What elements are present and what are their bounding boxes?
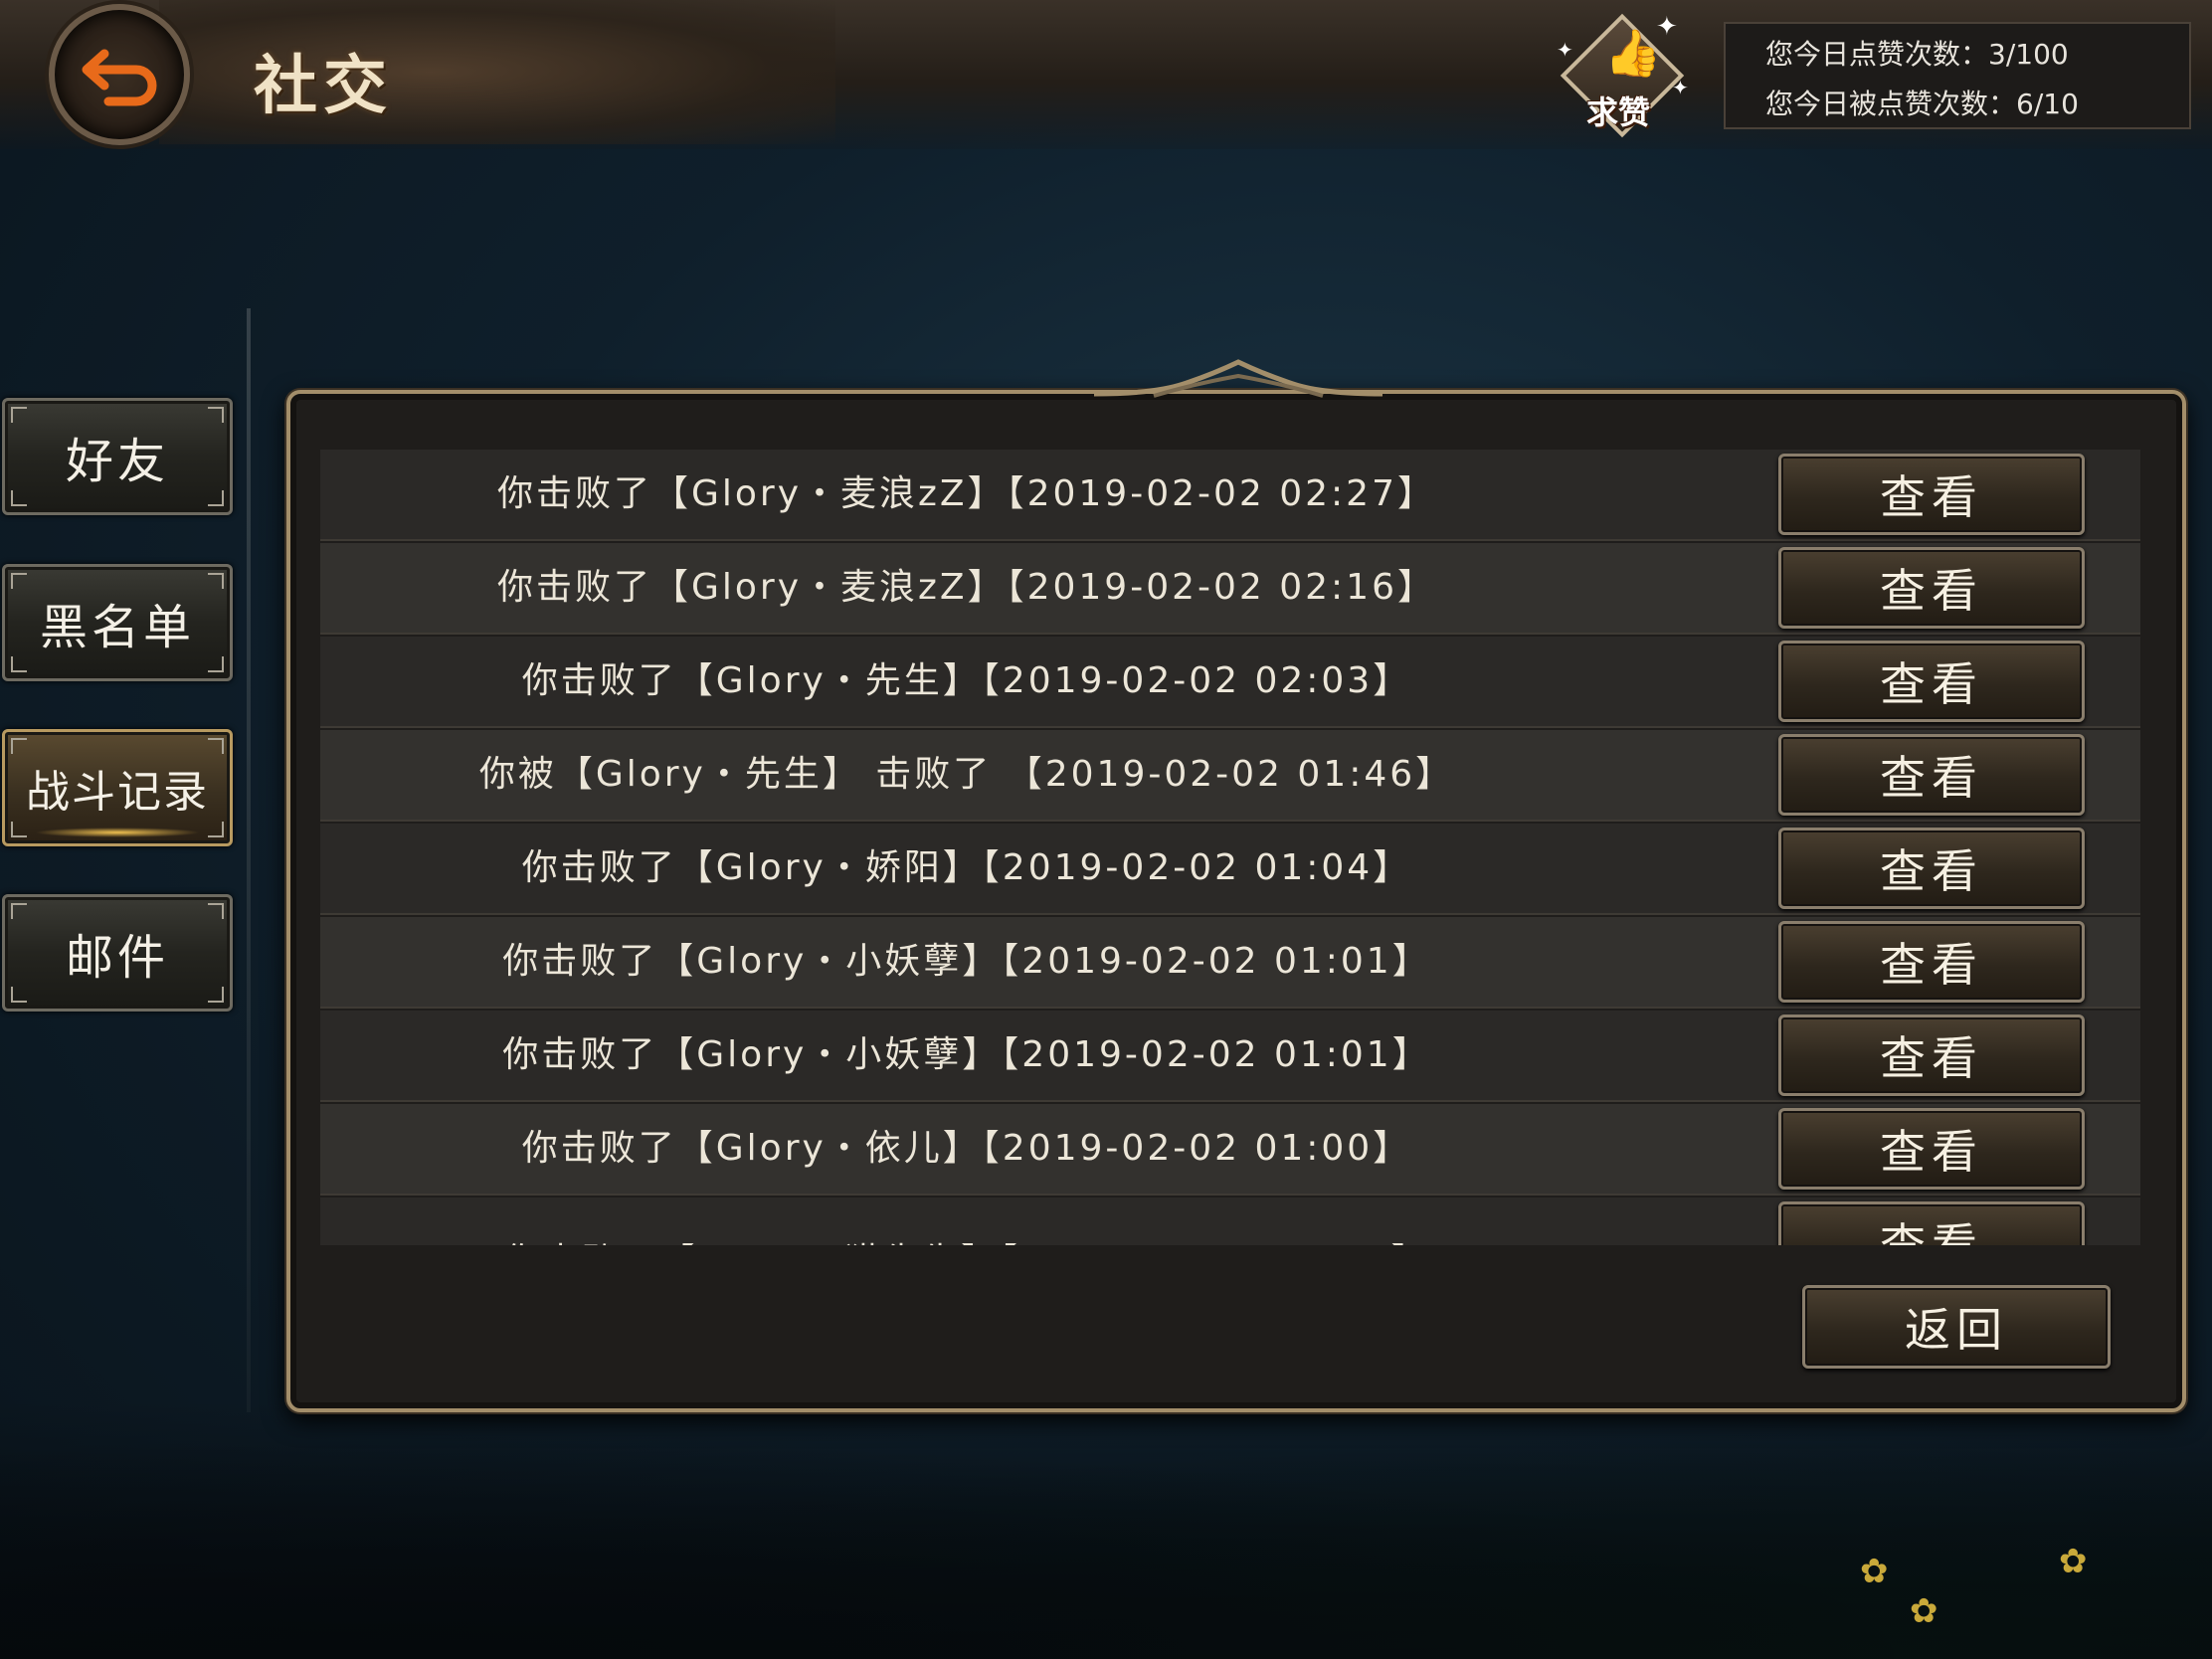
request-like-button[interactable]: 👍 ✦ ✦ ✦ 求赞 bbox=[1557, 12, 1689, 138]
page-title: 社交 bbox=[254, 49, 393, 123]
record-text: 你被【Glory・先生】 击败了 【2019-02-02 01:46】 bbox=[478, 754, 1455, 795]
record-text: 你击败了【Glory・先生】【2019-02-02 02:03】 bbox=[521, 660, 1412, 701]
sidebar-item-label: 邮件 bbox=[65, 930, 169, 986]
sparkle-icon: ✦ bbox=[1656, 12, 1678, 42]
view-button[interactable]: 查看 bbox=[1778, 547, 2085, 629]
table-row: 你击败了【Glory・小妖孽】【2019-02-02 01:01】 查看 bbox=[320, 917, 2140, 1009]
flower-decoration: ✿ bbox=[2059, 1542, 2088, 1581]
request-like-label: 求赞 bbox=[1586, 93, 1651, 131]
table-row: 你击败了【Glory・娇阳】【2019-02-02 01:04】 查看 bbox=[320, 824, 2140, 915]
record-text: 你击败了【Glory・麦浪zZ】【2019-02-02 02:27】 bbox=[497, 473, 1436, 514]
likes-received-stat: 您今日被点赞次数：6/10 bbox=[1765, 88, 2079, 120]
record-text: 你击败了【Glory・娇阳】【2019-02-02 01:04】 bbox=[521, 847, 1412, 888]
records-list[interactable]: 你击败了【Glory・麦浪zZ】【2019-02-02 02:27】 查看 你击… bbox=[320, 450, 2140, 1245]
table-row: 你击败了【Glory・小妖孽】【2019-02-02 01:01】 查看 bbox=[320, 1011, 2140, 1102]
sparkle-icon: ✦ bbox=[1557, 38, 1573, 62]
frame-corner bbox=[11, 573, 27, 589]
view-button[interactable]: 查看 bbox=[1778, 641, 2085, 722]
view-button[interactable]: 查看 bbox=[1778, 1108, 2085, 1190]
sidebar-item-blacklist[interactable]: 黑名单 bbox=[2, 564, 233, 681]
record-text: 你击败了【Glory・麦浪zZ】【2019-02-02 02:16】 bbox=[497, 567, 1436, 608]
frame-corner bbox=[11, 903, 27, 919]
frame-corner bbox=[208, 407, 224, 423]
flower-decoration: ✿ bbox=[1910, 1591, 1938, 1631]
table-row: 你击败了【Glory・麦浪zZ】【2019-02-02 02:27】 查看 bbox=[320, 450, 2140, 541]
record-text: 你击败了【Glory・依儿】【2019-02-02 01:00】 bbox=[521, 1128, 1412, 1169]
frame-corner bbox=[208, 490, 224, 506]
frame-corner bbox=[208, 903, 224, 919]
record-text: 你击败了【Amor・猫先生】【2019-02-02 00:44】 bbox=[320, 1217, 1613, 1245]
back-button-ring bbox=[49, 4, 190, 145]
table-row: 你击败了【Glory・先生】【2019-02-02 02:03】 查看 bbox=[320, 637, 2140, 728]
back-arrow-icon bbox=[82, 49, 157, 106]
record-text: 你击败了【Glory・小妖孽】【2019-02-02 01:01】 bbox=[502, 941, 1431, 982]
frame-corner bbox=[11, 987, 27, 1003]
flower-decoration: ✿ bbox=[1860, 1552, 1889, 1591]
like-stats-panel: 您今日点赞次数：3/100 您今日被点赞次数：6/10 bbox=[1724, 22, 2191, 129]
thumbs-up-icon: 👍 bbox=[1604, 26, 1662, 80]
frame-corner bbox=[11, 656, 27, 672]
frame-corner bbox=[11, 490, 27, 506]
view-button[interactable]: 查看 bbox=[1778, 1014, 2085, 1096]
panel-crest-ornament bbox=[1094, 359, 1382, 398]
frame-corner bbox=[208, 822, 224, 837]
frame-corner bbox=[11, 822, 27, 837]
frame-corner bbox=[208, 738, 224, 754]
frame-corner bbox=[208, 987, 224, 1003]
view-button[interactable]: 查看 bbox=[1778, 734, 2085, 816]
sidebar-item-friends[interactable]: 好友 bbox=[2, 398, 233, 515]
likes-given-stat: 您今日点赞次数：3/100 bbox=[1765, 38, 2069, 71]
back-button[interactable] bbox=[20, 4, 219, 145]
view-button[interactable]: 查看 bbox=[1778, 1201, 2085, 1245]
frame-corner bbox=[208, 573, 224, 589]
top-bar: 社交 👍 ✦ ✦ ✦ 求赞 您今日点赞次数：3/100 您今日被点赞次数：6/1… bbox=[0, 0, 2212, 149]
view-button[interactable]: 查看 bbox=[1778, 454, 2085, 535]
sidebar-item-mail[interactable]: 邮件 bbox=[2, 894, 233, 1012]
sidebar-divider bbox=[247, 308, 251, 1412]
sidebar-item-label: 战斗记录 bbox=[26, 767, 209, 818]
sidebar-item-battle-records[interactable]: 战斗记录 bbox=[2, 729, 233, 846]
sidebar-item-label: 好友 bbox=[65, 434, 169, 489]
frame-corner bbox=[11, 407, 27, 423]
table-row: 你击败了【Glory・依儿】【2019-02-02 01:00】 查看 bbox=[320, 1104, 2140, 1196]
table-row: 你击败了【Glory・麦浪zZ】【2019-02-02 02:16】 查看 bbox=[320, 543, 2140, 635]
table-row: 你击败了【Amor・猫先生】【2019-02-02 00:44】 查看 bbox=[320, 1198, 2140, 1245]
background-foliage bbox=[0, 1400, 2212, 1659]
view-button[interactable]: 查看 bbox=[1778, 921, 2085, 1003]
view-button[interactable]: 查看 bbox=[1778, 828, 2085, 909]
table-row: 你被【Glory・先生】 击败了 【2019-02-02 01:46】 查看 bbox=[320, 730, 2140, 822]
frame-corner bbox=[208, 656, 224, 672]
return-button[interactable]: 返回 bbox=[1802, 1285, 2111, 1369]
sidebar-item-label: 黑名单 bbox=[39, 600, 195, 655]
sparkle-icon: ✦ bbox=[1672, 76, 1689, 99]
frame-corner bbox=[11, 738, 27, 754]
record-text: 你击败了【Glory・小妖孽】【2019-02-02 01:01】 bbox=[502, 1034, 1431, 1075]
